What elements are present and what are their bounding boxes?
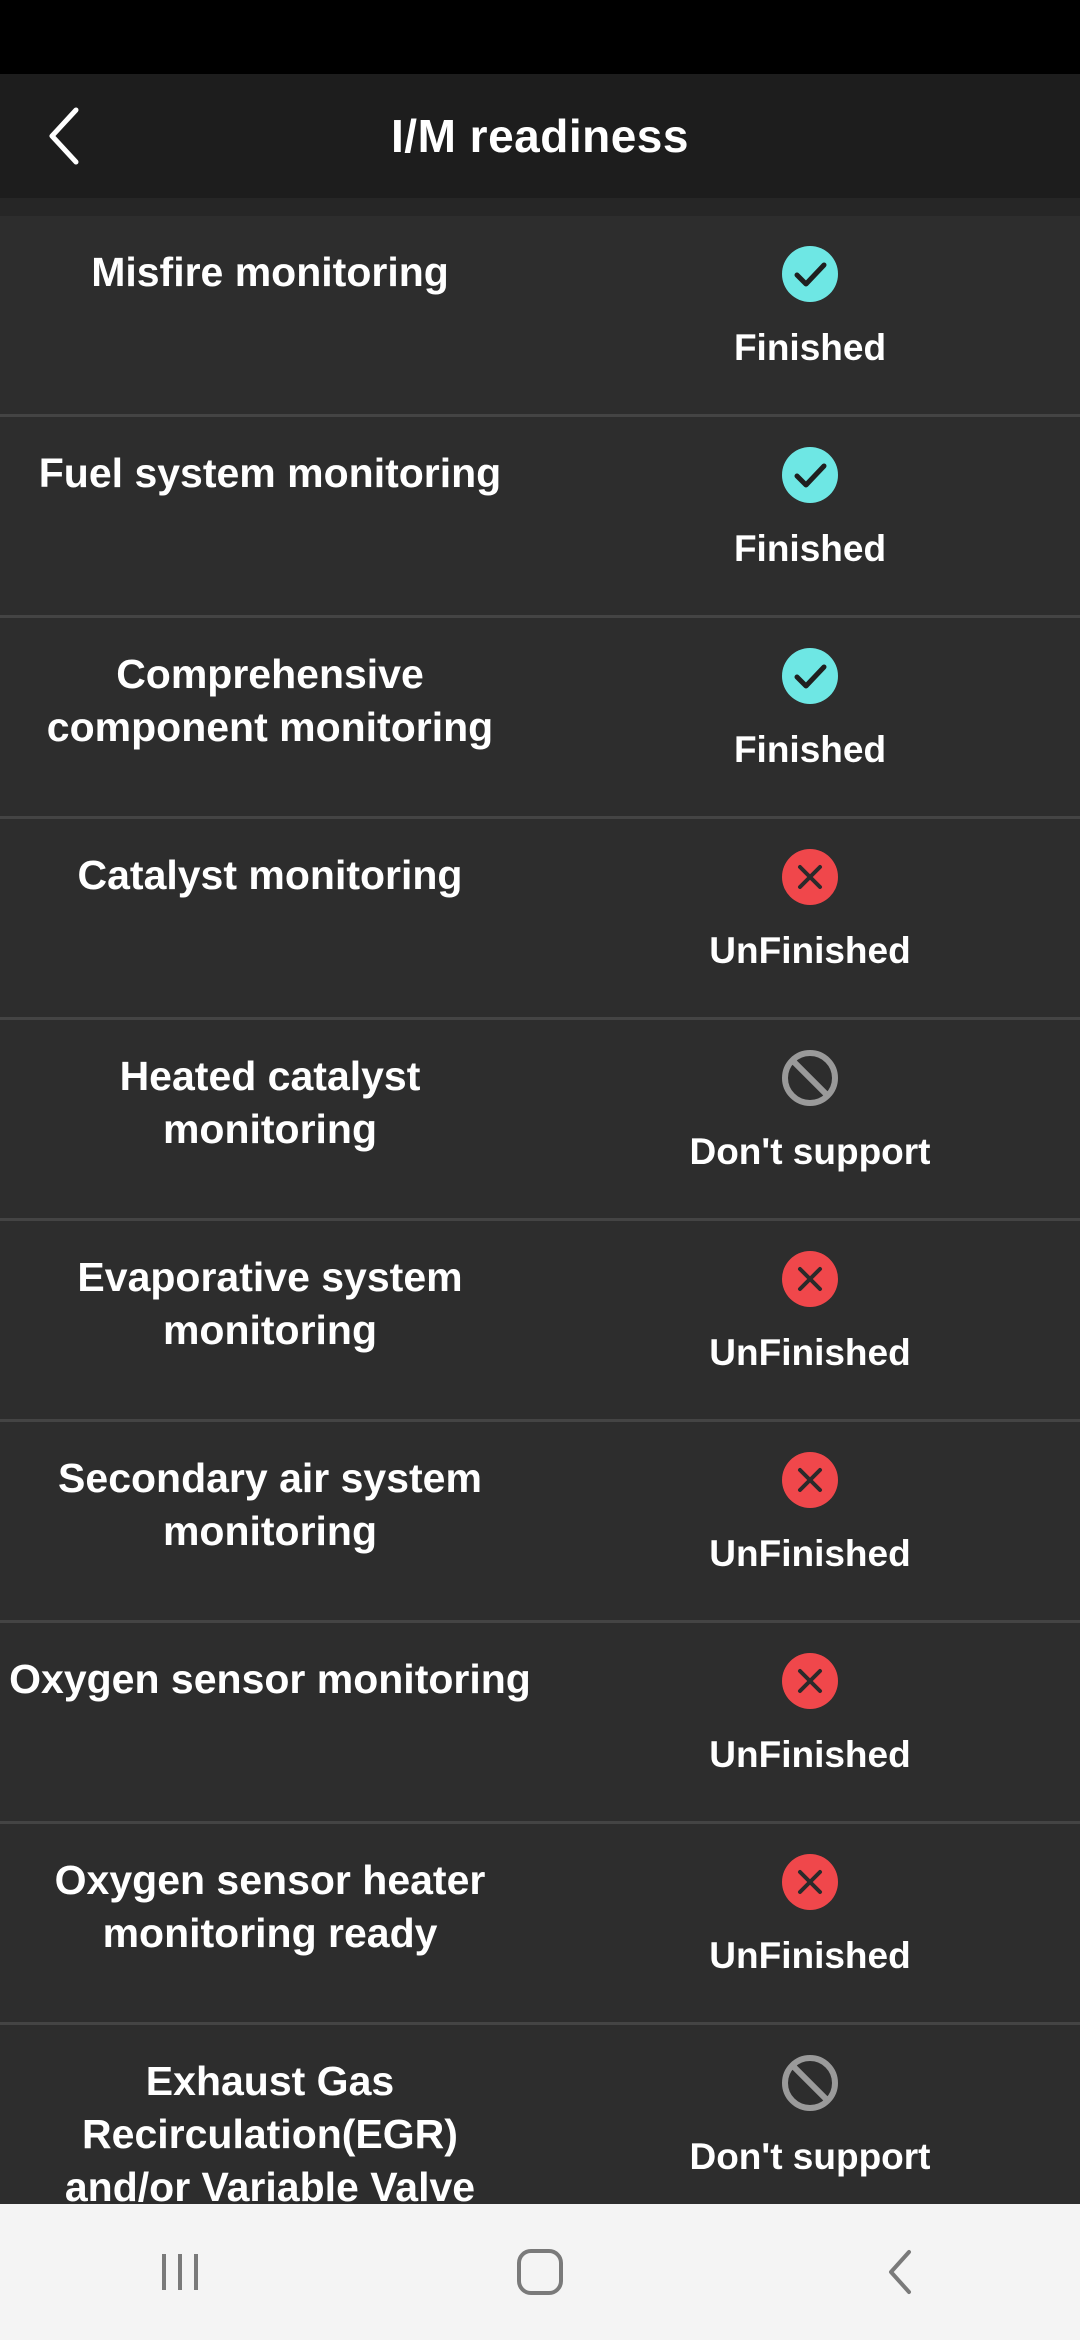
monitor-status: UnFinished [540,1450,1080,1576]
status-text: Finished [733,327,887,368]
list-item: Evaporative system monitoring UnFinished [0,1221,1080,1422]
monitor-name: Oxygen sensor heater monitoring ready [54,1857,486,1956]
monitor-status: UnFinished [540,1651,1080,1777]
monitor-status: Don't support [540,2053,1080,2179]
monitor-name: Oxygen sensor monitoring [9,1656,531,1702]
list-item: Exhaust Gas Recirculation(EGR) and/or Va… [0,2025,1080,2204]
monitor-status: Don't support [540,1048,1080,1174]
status-text: Finished [733,528,887,569]
list-item: Secondary air system monitoring UnFinish… [0,1422,1080,1623]
monitor-status: UnFinished [540,847,1080,973]
back-button[interactable] [26,98,102,174]
monitor-name: Misfire monitoring [91,249,449,295]
status-text: UnFinished [709,1935,911,1976]
x-circle-icon [782,1251,838,1307]
status-text: UnFinished [709,930,911,971]
status-bar [0,0,1080,74]
list-item: Misfire monitoring Finished [0,216,1080,417]
monitor-name: Secondary air system monitoring [58,1455,482,1554]
page-title: I/M readiness [391,110,689,162]
monitor-status: Finished [540,646,1080,772]
home-button[interactable] [480,2232,600,2312]
list-item: Comprehensive component monitoring Finis… [0,618,1080,819]
monitor-status: UnFinished [540,1249,1080,1375]
list-item: Catalyst monitoring UnFinished [0,819,1080,1020]
monitor-name: Evaporative system monitoring [77,1254,463,1353]
list-item: Oxygen sensor heater monitoring ready Un… [0,1824,1080,2025]
check-circle-icon [782,246,838,302]
readiness-list[interactable]: Misfire monitoring Finished Fuel system … [0,216,1080,2204]
app-bar: I/M readiness [0,74,1080,198]
monitor-name: Fuel system monitoring [38,450,502,496]
status-text: UnFinished [709,1332,911,1373]
status-text: UnFinished [709,1533,911,1574]
prohibited-icon [782,2055,838,2111]
monitor-name: Heated catalyst monitoring [119,1053,421,1152]
status-text: UnFinished [709,1734,911,1775]
monitor-status: UnFinished [540,1852,1080,1978]
x-circle-icon [782,849,838,905]
status-text: Don't support [689,1131,931,1172]
app-bar-shadow [0,198,1080,216]
monitor-name: Comprehensive component monitoring [46,651,494,750]
list-item: Fuel system monitoring Finished [0,417,1080,618]
check-circle-icon [782,447,838,503]
list-item: Oxygen sensor monitoring UnFinished [0,1623,1080,1824]
status-text: Finished [733,729,887,770]
system-navigation-bar [0,2204,1080,2340]
prohibited-icon [782,1050,838,1106]
chevron-left-icon [49,107,79,165]
monitor-status: Finished [540,244,1080,370]
x-circle-icon [782,1452,838,1508]
x-circle-icon [782,1854,838,1910]
check-circle-icon [782,648,838,704]
x-circle-icon [782,1653,838,1709]
list-item: Heated catalyst monitoring Don't support [0,1020,1080,1221]
back-icon [889,2250,911,2294]
monitor-name: Exhaust Gas Recirculation(EGR) and/or Va… [64,2058,476,2204]
status-text: Don't support [689,2136,931,2177]
back-nav-button[interactable] [840,2232,960,2312]
recents-button[interactable] [120,2232,240,2312]
home-icon [517,2249,563,2295]
monitor-name: Catalyst monitoring [77,852,463,898]
monitor-status: Finished [540,445,1080,571]
recents-icon [162,2254,198,2290]
